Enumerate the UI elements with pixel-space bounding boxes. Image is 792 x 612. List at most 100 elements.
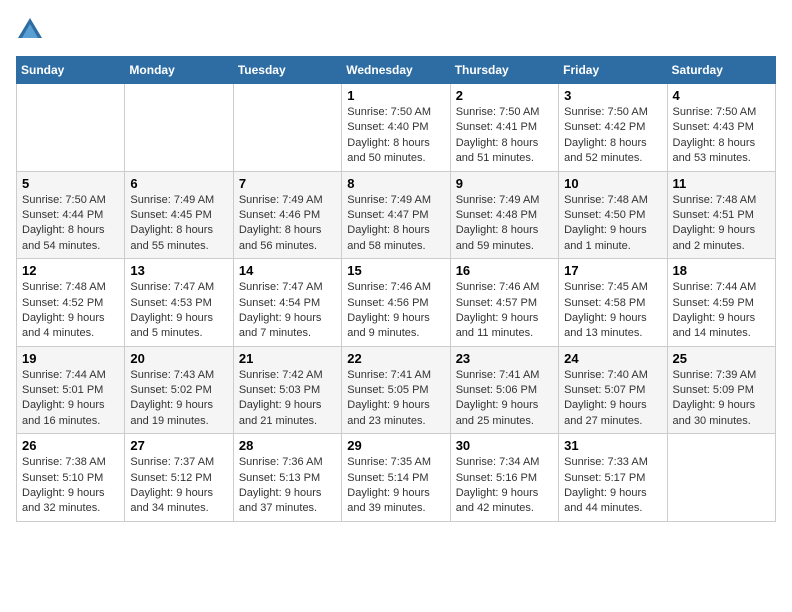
day-info: Sunrise: 7:49 AMSunset: 4:47 PMDaylight:… [347,193,444,255]
day-number: 6 [130,176,227,191]
calendar-cell: 12 Sunrise: 7:48 AMSunset: 4:52 PMDayligh… [17,259,125,347]
calendar-cell: 19 Sunrise: 7:44 AMSunset: 5:01 PMDayligh… [17,346,125,434]
weekday-header-row: SundayMondayTuesdayWednesdayThursdayFrid… [17,57,776,84]
calendar-cell: 23 Sunrise: 7:41 AMSunset: 5:06 PMDayligh… [450,346,558,434]
calendar-cell: 1 Sunrise: 7:50 AMSunset: 4:40 PMDaylight… [342,84,450,172]
calendar-cell: 2 Sunrise: 7:50 AMSunset: 4:41 PMDaylight… [450,84,558,172]
calendar-cell: 24 Sunrise: 7:40 AMSunset: 5:07 PMDayligh… [559,346,667,434]
day-info: Sunrise: 7:50 AMSunset: 4:40 PMDaylight:… [347,105,444,167]
calendar-cell: 21 Sunrise: 7:42 AMSunset: 5:03 PMDayligh… [233,346,341,434]
day-number: 9 [456,176,553,191]
calendar-cell: 11 Sunrise: 7:48 AMSunset: 4:51 PMDayligh… [667,171,775,259]
calendar-cell [17,84,125,172]
day-info: Sunrise: 7:45 AMSunset: 4:58 PMDaylight:… [564,280,661,342]
day-number: 24 [564,351,661,366]
calendar-cell: 28 Sunrise: 7:36 AMSunset: 5:13 PMDayligh… [233,434,341,522]
day-number: 20 [130,351,227,366]
weekday-friday: Friday [559,57,667,84]
day-info: Sunrise: 7:35 AMSunset: 5:14 PMDaylight:… [347,455,444,517]
day-number: 23 [456,351,553,366]
day-info: Sunrise: 7:44 AMSunset: 4:59 PMDaylight:… [673,280,770,342]
day-number: 4 [673,88,770,103]
calendar-cell: 13Sunrise: 7:47 AMSunset: 4:53 PMDayligh… [125,259,233,347]
day-info: Sunrise: 7:49 AMSunset: 4:46 PMDaylight:… [239,193,336,255]
calendar-cell: 27Sunrise: 7:37 AMSunset: 5:12 PMDayligh… [125,434,233,522]
day-info: Sunrise: 7:50 AMSunset: 4:43 PMDaylight:… [673,105,770,167]
day-info: Sunrise: 7:50 AMSunset: 4:42 PMDaylight:… [564,105,661,167]
calendar-cell: 15 Sunrise: 7:46 AMSunset: 4:56 PMDayligh… [342,259,450,347]
day-info: Sunrise: 7:50 AMSunset: 4:44 PMDaylight:… [22,193,119,255]
calendar-cell [125,84,233,172]
day-number: 29 [347,438,444,453]
day-number: 8 [347,176,444,191]
day-info: Sunrise: 7:47 AMSunset: 4:53 PMDaylight:… [130,280,227,342]
day-info: Sunrise: 7:38 AMSunset: 5:10 PMDaylight:… [22,455,119,517]
calendar-cell: 4 Sunrise: 7:50 AMSunset: 4:43 PMDaylight… [667,84,775,172]
calendar-table: SundayMondayTuesdayWednesdayThursdayFrid… [16,56,776,522]
day-number: 21 [239,351,336,366]
day-number: 11 [673,176,770,191]
calendar-cell: 5 Sunrise: 7:50 AMSunset: 4:44 PMDaylight… [17,171,125,259]
calendar-cell [667,434,775,522]
day-info: Sunrise: 7:44 AMSunset: 5:01 PMDaylight:… [22,368,119,430]
day-number: 14 [239,263,336,278]
calendar-week-2: 5 Sunrise: 7:50 AMSunset: 4:44 PMDaylight… [17,171,776,259]
calendar-cell: 18Sunrise: 7:44 AMSunset: 4:59 PMDayligh… [667,259,775,347]
calendar-cell: 3 Sunrise: 7:50 AMSunset: 4:42 PMDaylight… [559,84,667,172]
day-number: 27 [130,438,227,453]
day-number: 26 [22,438,119,453]
calendar-cell: 29 Sunrise: 7:35 AMSunset: 5:14 PMDayligh… [342,434,450,522]
day-number: 19 [22,351,119,366]
calendar-body: 1 Sunrise: 7:50 AMSunset: 4:40 PMDaylight… [17,84,776,522]
weekday-saturday: Saturday [667,57,775,84]
day-info: Sunrise: 7:48 AMSunset: 4:51 PMDaylight:… [673,193,770,255]
day-number: 7 [239,176,336,191]
calendar-cell: 6 Sunrise: 7:49 AMSunset: 4:45 PMDaylight… [125,171,233,259]
calendar-cell: 9 Sunrise: 7:49 AMSunset: 4:48 PMDaylight… [450,171,558,259]
weekday-thursday: Thursday [450,57,558,84]
day-info: Sunrise: 7:34 AMSunset: 5:16 PMDaylight:… [456,455,553,517]
day-info: Sunrise: 7:50 AMSunset: 4:41 PMDaylight:… [456,105,553,167]
day-number: 31 [564,438,661,453]
calendar-cell: 8 Sunrise: 7:49 AMSunset: 4:47 PMDaylight… [342,171,450,259]
calendar-week-4: 19 Sunrise: 7:44 AMSunset: 5:01 PMDayligh… [17,346,776,434]
day-info: Sunrise: 7:41 AMSunset: 5:05 PMDaylight:… [347,368,444,430]
calendar-week-3: 12 Sunrise: 7:48 AMSunset: 4:52 PMDayligh… [17,259,776,347]
weekday-tuesday: Tuesday [233,57,341,84]
calendar-cell: 22Sunrise: 7:41 AMSunset: 5:05 PMDayligh… [342,346,450,434]
calendar-cell: 17 Sunrise: 7:45 AMSunset: 4:58 PMDayligh… [559,259,667,347]
page-header [16,16,776,44]
day-info: Sunrise: 7:49 AMSunset: 4:45 PMDaylight:… [130,193,227,255]
day-number: 1 [347,88,444,103]
day-number: 28 [239,438,336,453]
calendar-week-5: 26 Sunrise: 7:38 AMSunset: 5:10 PMDayligh… [17,434,776,522]
day-info: Sunrise: 7:48 AMSunset: 4:52 PMDaylight:… [22,280,119,342]
day-info: Sunrise: 7:33 AMSunset: 5:17 PMDaylight:… [564,455,661,517]
calendar-cell: 31 Sunrise: 7:33 AMSunset: 5:17 PMDayligh… [559,434,667,522]
day-info: Sunrise: 7:46 AMSunset: 4:56 PMDaylight:… [347,280,444,342]
day-info: Sunrise: 7:42 AMSunset: 5:03 PMDaylight:… [239,368,336,430]
weekday-wednesday: Wednesday [342,57,450,84]
day-info: Sunrise: 7:49 AMSunset: 4:48 PMDaylight:… [456,193,553,255]
weekday-sunday: Sunday [17,57,125,84]
day-info: Sunrise: 7:36 AMSunset: 5:13 PMDaylight:… [239,455,336,517]
day-info: Sunrise: 7:47 AMSunset: 4:54 PMDaylight:… [239,280,336,342]
calendar-cell: 30Sunrise: 7:34 AMSunset: 5:16 PMDayligh… [450,434,558,522]
day-number: 15 [347,263,444,278]
day-number: 17 [564,263,661,278]
calendar-cell: 14 Sunrise: 7:47 AMSunset: 4:54 PMDayligh… [233,259,341,347]
calendar-cell: 25Sunrise: 7:39 AMSunset: 5:09 PMDayligh… [667,346,775,434]
calendar-cell [233,84,341,172]
day-number: 2 [456,88,553,103]
day-number: 16 [456,263,553,278]
day-info: Sunrise: 7:43 AMSunset: 5:02 PMDaylight:… [130,368,227,430]
day-number: 5 [22,176,119,191]
calendar-cell: 16Sunrise: 7:46 AMSunset: 4:57 PMDayligh… [450,259,558,347]
day-number: 25 [673,351,770,366]
day-number: 3 [564,88,661,103]
logo-icon [16,16,44,44]
day-info: Sunrise: 7:40 AMSunset: 5:07 PMDaylight:… [564,368,661,430]
day-info: Sunrise: 7:41 AMSunset: 5:06 PMDaylight:… [456,368,553,430]
calendar-cell: 20 Sunrise: 7:43 AMSunset: 5:02 PMDayligh… [125,346,233,434]
day-number: 12 [22,263,119,278]
